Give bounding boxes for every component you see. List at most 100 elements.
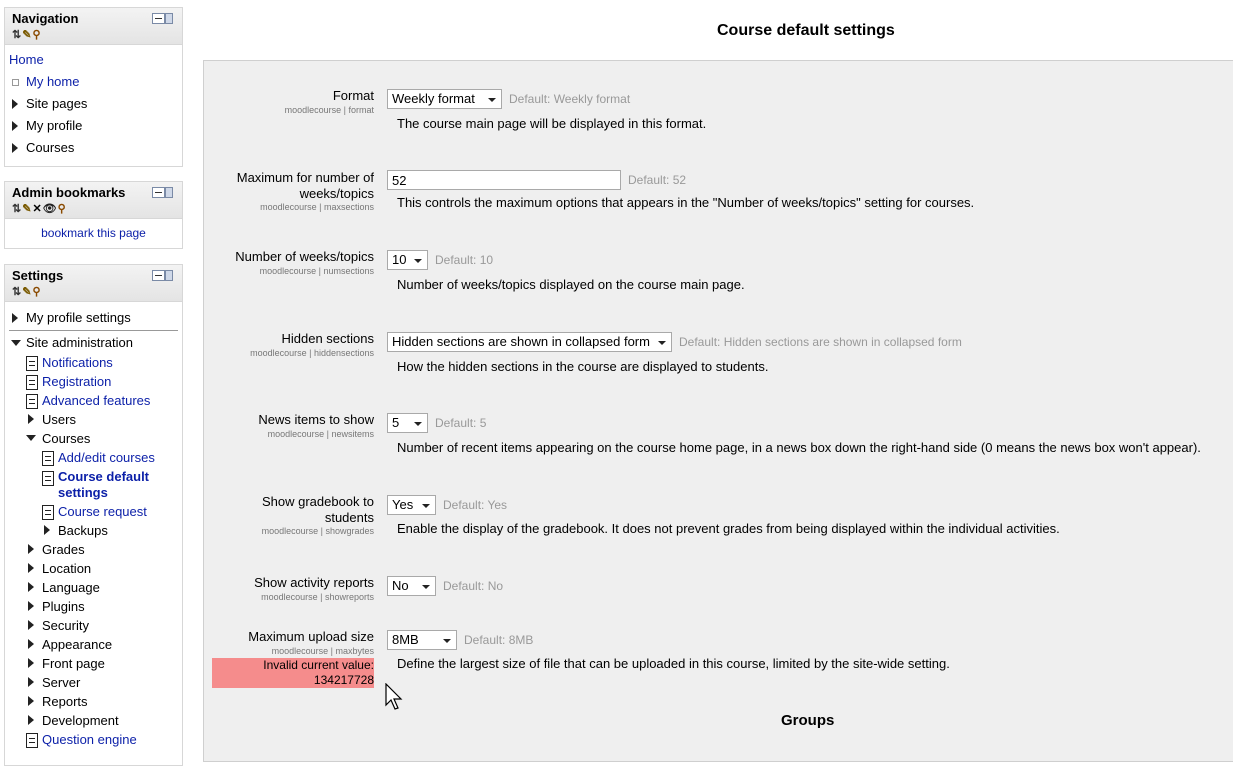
collapse-icon[interactable] <box>26 435 36 441</box>
roles-icon[interactable]: ⚲ <box>32 28 40 41</box>
bookmark-this-page-link[interactable]: bookmark this page <box>41 226 146 240</box>
minimize-icon[interactable] <box>152 270 165 281</box>
expand-icon[interactable] <box>12 143 18 153</box>
tree-front-page[interactable]: Front page <box>5 654 182 673</box>
tree-language[interactable]: Language <box>5 578 182 597</box>
tree-courses-label[interactable]: Courses <box>42 429 90 448</box>
tree-my-profile-settings-label[interactable]: My profile settings <box>26 308 131 328</box>
expand-icon[interactable] <box>28 677 34 687</box>
tree-site-administration[interactable]: Site administration <box>5 333 182 353</box>
tree-add-edit-courses-link[interactable]: Add/edit courses <box>58 448 155 467</box>
tree-server-label[interactable]: Server <box>42 673 80 692</box>
tree-security[interactable]: Security <box>5 616 182 635</box>
expand-icon[interactable] <box>12 121 18 131</box>
nav-my-profile[interactable]: My profile <box>5 115 182 137</box>
newsitems-select[interactable]: 5 <box>387 413 428 433</box>
expand-icon[interactable] <box>12 313 18 323</box>
tree-course-default-settings-line1[interactable]: Course default <box>58 469 149 485</box>
tree-courses[interactable]: Courses <box>5 429 182 448</box>
tree-appearance[interactable]: Appearance <box>5 635 182 654</box>
tree-location[interactable]: Location <box>5 559 182 578</box>
tree-development-label[interactable]: Development <box>42 711 119 730</box>
tree-grades[interactable]: Grades <box>5 540 182 559</box>
expand-icon[interactable] <box>28 544 34 554</box>
move-icon[interactable]: ⇅ <box>12 202 21 215</box>
tree-front-page-label[interactable]: Front page <box>42 654 105 673</box>
tree-registration-link[interactable]: Registration <box>42 372 111 391</box>
expand-icon[interactable] <box>12 99 18 109</box>
tree-course-request-link[interactable]: Course request <box>58 502 147 521</box>
collapse-icon[interactable] <box>11 340 21 346</box>
maxsections-input[interactable] <box>387 170 621 190</box>
tree-users-label[interactable]: Users <box>42 410 76 429</box>
dock-icon[interactable] <box>165 187 173 198</box>
tree-appearance-label[interactable]: Appearance <box>42 635 112 654</box>
edit-icon[interactable]: ✎ <box>22 202 31 215</box>
expand-icon[interactable] <box>28 563 34 573</box>
tree-backups-label[interactable]: Backups <box>58 521 108 540</box>
tree-language-label[interactable]: Language <box>42 578 100 597</box>
tree-course-default-settings[interactable]: Course default settings <box>5 467 182 502</box>
expand-icon[interactable] <box>28 620 34 630</box>
block-collapse-control[interactable] <box>152 13 173 24</box>
move-icon[interactable]: ⇅ <box>12 28 21 41</box>
tree-notifications[interactable]: Notifications <box>5 353 182 372</box>
tree-course-default-settings-line2[interactable]: settings <box>58 485 108 501</box>
tree-server[interactable]: Server <box>5 673 182 692</box>
nav-my-home-link[interactable]: My home <box>26 71 79 93</box>
tree-add-edit-courses[interactable]: Add/edit courses <box>5 448 182 467</box>
expand-icon[interactable] <box>28 414 34 424</box>
edit-icon[interactable]: ✎ <box>22 28 31 41</box>
tree-site-administration-label[interactable]: Site administration <box>26 333 133 353</box>
tree-question-engine-link[interactable]: Question engine <box>42 730 137 749</box>
tree-registration[interactable]: Registration <box>5 372 182 391</box>
nav-my-profile-label[interactable]: My profile <box>26 115 82 137</box>
expand-icon[interactable] <box>28 696 34 706</box>
tree-question-engine[interactable]: Question engine <box>5 730 182 749</box>
hiddensections-select[interactable]: Hidden sections are shown in collapsed f… <box>387 332 672 352</box>
hide-icon[interactable]: 👁 <box>43 202 57 215</box>
tree-my-profile-settings[interactable]: My profile settings <box>5 308 182 328</box>
nav-courses-label[interactable]: Courses <box>26 137 74 159</box>
tree-location-label[interactable]: Location <box>42 559 91 578</box>
tree-advanced-features-link[interactable]: Advanced features <box>42 391 150 410</box>
expand-icon[interactable] <box>28 658 34 668</box>
block-collapse-control[interactable] <box>152 270 173 281</box>
numsections-select[interactable]: 10 <box>387 250 428 270</box>
nav-home-link[interactable]: Home <box>9 52 44 67</box>
nav-site-pages[interactable]: Site pages <box>5 93 182 115</box>
delete-icon[interactable]: ✕ <box>32 202 41 215</box>
showgrades-select[interactable]: Yes <box>387 495 436 515</box>
nav-site-pages-label[interactable]: Site pages <box>26 93 87 115</box>
expand-icon[interactable] <box>28 582 34 592</box>
nav-my-home[interactable]: My home <box>5 71 182 93</box>
block-collapse-control[interactable] <box>152 187 173 198</box>
tree-reports[interactable]: Reports <box>5 692 182 711</box>
showreports-select[interactable]: No <box>387 576 436 596</box>
expand-icon[interactable] <box>28 715 34 725</box>
roles-icon[interactable]: ⚲ <box>58 202 66 215</box>
expand-icon[interactable] <box>44 525 50 535</box>
expand-icon[interactable] <box>28 601 34 611</box>
dock-icon[interactable] <box>165 270 173 281</box>
minimize-icon[interactable] <box>152 13 165 24</box>
tree-backups[interactable]: Backups <box>5 521 182 540</box>
minimize-icon[interactable] <box>152 187 165 198</box>
tree-grades-label[interactable]: Grades <box>42 540 85 559</box>
tree-development[interactable]: Development <box>5 711 182 730</box>
edit-icon[interactable]: ✎ <box>22 285 31 298</box>
nav-courses[interactable]: Courses <box>5 137 182 159</box>
tree-plugins[interactable]: Plugins <box>5 597 182 616</box>
tree-advanced-features[interactable]: Advanced features <box>5 391 182 410</box>
format-select[interactable]: Weekly format <box>387 89 502 109</box>
tree-notifications-link[interactable]: Notifications <box>42 353 113 372</box>
tree-plugins-label[interactable]: Plugins <box>42 597 85 616</box>
tree-course-request[interactable]: Course request <box>5 502 182 521</box>
tree-reports-label[interactable]: Reports <box>42 692 88 711</box>
dock-icon[interactable] <box>165 13 173 24</box>
tree-users[interactable]: Users <box>5 410 182 429</box>
nav-home[interactable]: Home <box>5 49 182 71</box>
maxbytes-select[interactable]: 8MB <box>387 630 457 650</box>
expand-icon[interactable] <box>28 639 34 649</box>
move-icon[interactable]: ⇅ <box>12 285 21 298</box>
